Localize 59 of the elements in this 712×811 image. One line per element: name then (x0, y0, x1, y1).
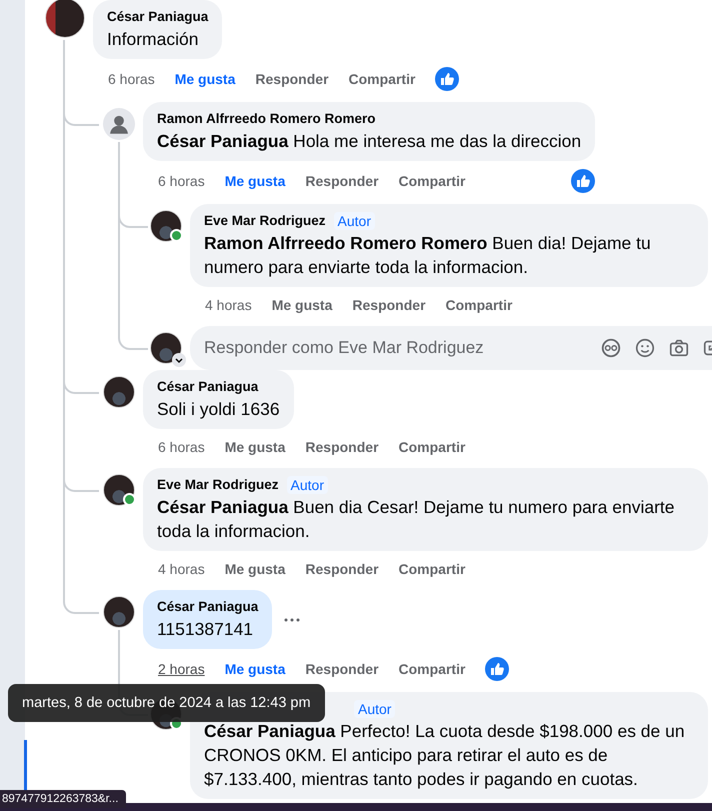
share-link[interactable]: Compartir (398, 559, 466, 579)
status-url: 897477912263783&r... (0, 790, 126, 808)
reply-link[interactable]: Responder (305, 437, 379, 457)
like-reaction-icon[interactable] (435, 67, 460, 91)
comment-text: 1151387141 (157, 618, 254, 641)
emoji-icon[interactable] (634, 337, 656, 359)
avatar[interactable] (45, 0, 85, 38)
like-link[interactable]: Me gusta (224, 559, 286, 579)
avatar[interactable] (103, 376, 135, 408)
share-link[interactable]: Compartir (446, 295, 512, 315)
author-name[interactable]: Eve Mar Rodriguez (204, 212, 326, 230)
share-link[interactable]: Compartir (348, 69, 416, 89)
comment-time[interactable]: 4 horas (158, 559, 205, 579)
avatar-sticker-icon[interactable] (600, 337, 622, 359)
author-badge: Autor (286, 476, 328, 494)
author-name[interactable]: César Paniagua (107, 8, 208, 26)
share-link[interactable]: Compartir (398, 659, 466, 679)
author-name[interactable]: César Paniagua (157, 598, 258, 616)
comment-text: Ramon Alfrreedo Romero Romero Buen dia! Dejame tu numero para enviarte toda la informacion. (204, 232, 652, 279)
share-link[interactable]: Compartir (398, 171, 466, 191)
date-tooltip: martes, 8 de octubre de 2024 a las 12:43 pm (8, 684, 325, 722)
avatar[interactable] (103, 596, 135, 628)
reply-field[interactable]: Responder como Eve Mar Rodriguez (190, 326, 712, 370)
share-link[interactable]: Compartir (398, 437, 466, 457)
author-name[interactable]: César Paniagua (157, 378, 258, 396)
like-reaction-icon[interactable] (571, 169, 596, 193)
like-link[interactable]: Me gusta (224, 659, 286, 679)
reply-input[interactable]: Responder como Eve Mar Rodriguez (204, 338, 588, 358)
comment-time[interactable]: 6 horas (108, 69, 155, 89)
reply-link[interactable]: Responder (352, 295, 426, 315)
reply-link[interactable]: Responder (305, 659, 379, 679)
thread-connector (118, 326, 148, 350)
reply-link[interactable]: Responder (255, 69, 329, 89)
comment-text: Soli i yoldi 1636 (157, 398, 280, 421)
author-badge: Autor (334, 212, 375, 230)
comment-time[interactable]: 4 horas (205, 295, 252, 315)
comment-time[interactable]: 2 horas (158, 659, 205, 679)
more-icon[interactable] (284, 618, 300, 622)
camera-icon[interactable] (668, 337, 690, 359)
comment-time[interactable]: 6 horas (158, 171, 205, 191)
chevron-icon[interactable] (172, 353, 186, 367)
reply-link[interactable]: Responder (305, 171, 379, 191)
comment-text: César Paniagua Hola me interesa me das la direccion (157, 130, 582, 153)
comment-text: César Paniagua Buen dia Cesar! Dejame tu numero para enviarte toda la informacion. (157, 496, 676, 543)
thread-connector (63, 590, 99, 614)
comment-text: Información (107, 28, 200, 51)
like-link[interactable]: Me gusta (224, 437, 286, 457)
reply-link[interactable]: Responder (305, 559, 379, 579)
author-badge: Autor (354, 700, 396, 718)
comment-time[interactable]: 6 horas (158, 437, 205, 457)
author-name[interactable]: Eve Mar Rodriguez (157, 476, 279, 494)
like-link[interactable]: Me gusta (174, 69, 236, 89)
like-reaction-icon[interactable] (485, 657, 510, 681)
comment-text: César Paniagua Perfecto! La cuota desde $198.000 es de un CRONOS 0KM. El anticipo para retirar el auto es de $7.133.400, mientras tanto podes ir pagando en cuotas. (204, 720, 686, 791)
avatar[interactable] (150, 210, 182, 242)
author-name[interactable]: Ramon Alfrreedo Romero Romero (157, 110, 376, 128)
like-link[interactable]: Me gusta (224, 171, 286, 191)
avatar[interactable] (103, 474, 135, 506)
like-link[interactable]: Me gusta (272, 295, 332, 315)
